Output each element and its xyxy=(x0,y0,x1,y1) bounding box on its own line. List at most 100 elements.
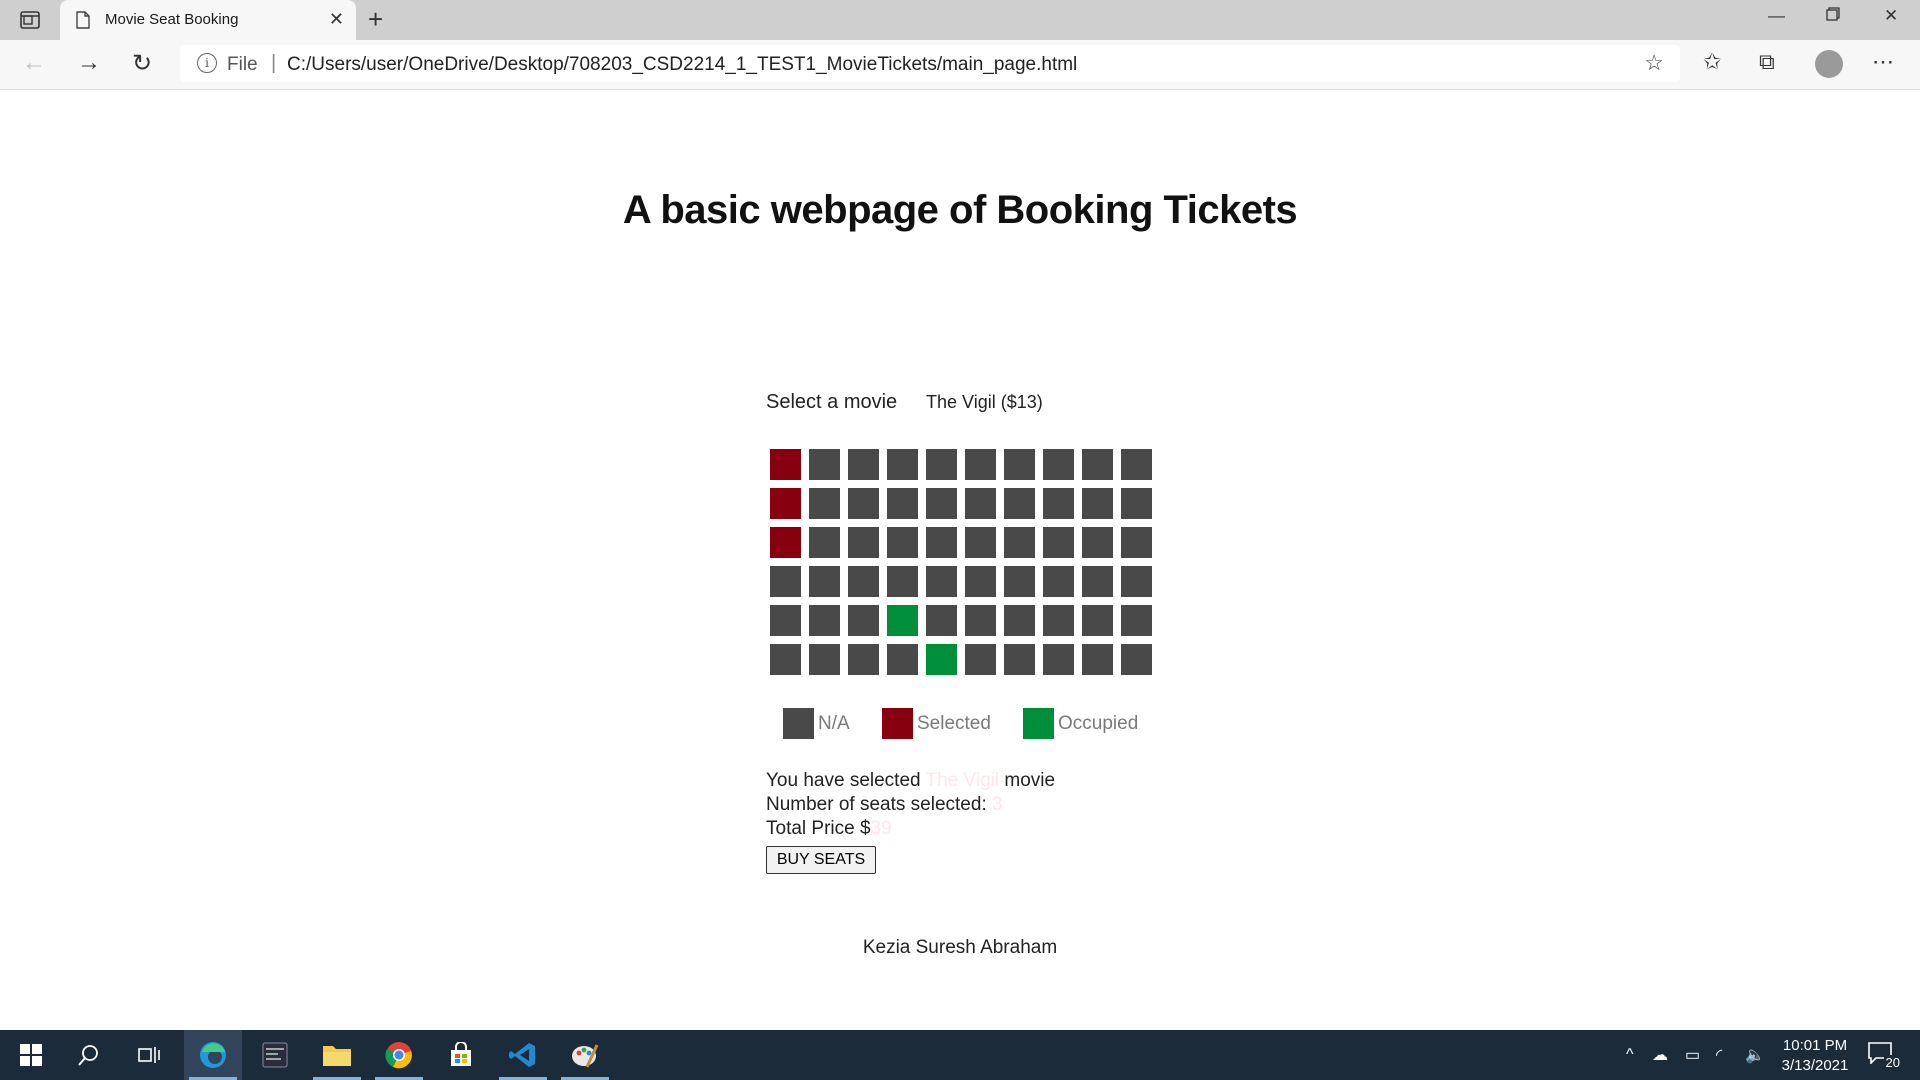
wifi-icon[interactable]: ◜ xyxy=(1716,1030,1722,1080)
seat-5-1[interactable] xyxy=(770,605,801,636)
seat-6-4[interactable] xyxy=(887,644,918,675)
minimize-icon[interactable]: — xyxy=(1768,6,1785,26)
seat-6-10[interactable] xyxy=(1121,644,1152,675)
seat-1-8[interactable] xyxy=(1043,449,1074,480)
seat-5-10[interactable] xyxy=(1121,605,1152,636)
seat-3-8[interactable] xyxy=(1043,527,1074,558)
seat-1-1[interactable] xyxy=(770,449,801,480)
seat-4-8[interactable] xyxy=(1043,566,1074,597)
collections-icon[interactable]: ⧉ xyxy=(1759,49,1775,75)
seat-2-8[interactable] xyxy=(1043,488,1074,519)
seat-5-7[interactable] xyxy=(1004,605,1035,636)
seat-4-7[interactable] xyxy=(1004,566,1035,597)
movie-select[interactable]: The Vigil ($13) xyxy=(926,392,1043,413)
seat-1-7[interactable] xyxy=(1004,449,1035,480)
seat-1-5[interactable] xyxy=(926,449,957,480)
tab-close-icon[interactable]: ✕ xyxy=(329,9,344,30)
back-icon[interactable]: ← xyxy=(22,49,46,77)
tab-actions-icon[interactable] xyxy=(14,7,46,33)
seat-2-4[interactable] xyxy=(887,488,918,519)
battery-icon[interactable]: ▭ xyxy=(1685,1030,1700,1080)
seat-4-4[interactable] xyxy=(887,566,918,597)
seat-2-5[interactable] xyxy=(926,488,957,519)
page-icon xyxy=(76,11,90,34)
seat-6-1[interactable] xyxy=(770,644,801,675)
add-favorite-icon[interactable]: ☆ xyxy=(1644,50,1664,76)
task-view-icon[interactable] xyxy=(120,1030,178,1080)
seat-5-4[interactable] xyxy=(887,605,918,636)
seat-3-6[interactable] xyxy=(965,527,996,558)
seat-3-5[interactable] xyxy=(926,527,957,558)
seat-5-2[interactable] xyxy=(809,605,840,636)
info-icon[interactable]: i xyxy=(197,53,217,73)
seat-2-6[interactable] xyxy=(965,488,996,519)
notification-center-icon[interactable]: 20 xyxy=(1868,1042,1902,1070)
windows-start-icon[interactable] xyxy=(2,1030,60,1080)
seat-3-2[interactable] xyxy=(809,527,840,558)
seat-6-9[interactable] xyxy=(1082,644,1113,675)
terminal-icon[interactable] xyxy=(246,1030,304,1080)
edge-icon[interactable] xyxy=(184,1030,242,1080)
seat-1-2[interactable] xyxy=(809,449,840,480)
system-clock[interactable]: 10:01 PM 3/13/2021 xyxy=(1760,1036,1870,1076)
legend-swatch-occupied xyxy=(1023,708,1054,739)
seat-2-2[interactable] xyxy=(809,488,840,519)
seat-3-4[interactable] xyxy=(887,527,918,558)
seat-2-1[interactable] xyxy=(770,488,801,519)
seat-5-9[interactable] xyxy=(1082,605,1113,636)
seat-2-10[interactable] xyxy=(1121,488,1152,519)
seat-1-9[interactable] xyxy=(1082,449,1113,480)
seat-3-3[interactable] xyxy=(848,527,879,558)
search-icon[interactable] xyxy=(60,1030,118,1080)
onedrive-icon[interactable]: ☁ xyxy=(1652,1030,1668,1080)
buy-seats-button[interactable]: BUY SEATS xyxy=(766,846,876,874)
seat-2-9[interactable] xyxy=(1082,488,1113,519)
seat-1-10[interactable] xyxy=(1121,449,1152,480)
vscode-icon[interactable] xyxy=(494,1030,552,1080)
url-text[interactable]: C:/Users/user/OneDrive/Desktop/708203_CS… xyxy=(287,54,1077,76)
seat-4-9[interactable] xyxy=(1082,566,1113,597)
paint-icon[interactable] xyxy=(556,1030,614,1080)
new-tab-icon[interactable]: + xyxy=(368,6,383,32)
seat-2-7[interactable] xyxy=(1004,488,1035,519)
file-explorer-icon[interactable] xyxy=(308,1030,366,1080)
seat-5-6[interactable] xyxy=(965,605,996,636)
seat-4-6[interactable] xyxy=(965,566,996,597)
seat-6-8[interactable] xyxy=(1043,644,1074,675)
summary-movie-prefix: You have selected xyxy=(766,770,921,791)
forward-icon[interactable]: → xyxy=(77,49,101,77)
store-icon[interactable] xyxy=(432,1030,490,1080)
seat-6-3[interactable] xyxy=(848,644,879,675)
seat-3-10[interactable] xyxy=(1121,527,1152,558)
seat-6-6[interactable] xyxy=(965,644,996,675)
seat-2-3[interactable] xyxy=(848,488,879,519)
restore-icon[interactable] xyxy=(1826,6,1840,26)
window-close-icon[interactable]: ✕ xyxy=(1884,6,1898,26)
show-hidden-icons-icon[interactable]: ^ xyxy=(1626,1030,1634,1080)
seat-4-10[interactable] xyxy=(1121,566,1152,597)
profile-avatar[interactable] xyxy=(1815,50,1843,78)
legend-label-occupied: Occupied xyxy=(1058,712,1139,734)
seat-5-5[interactable] xyxy=(926,605,957,636)
address-bar[interactable]: i File | C:/Users/user/OneDrive/Desktop/… xyxy=(180,45,1680,82)
seat-4-2[interactable] xyxy=(809,566,840,597)
refresh-icon[interactable]: ↻ xyxy=(132,49,152,78)
seat-5-8[interactable] xyxy=(1043,605,1074,636)
favorites-icon[interactable]: ✩ xyxy=(1703,49,1721,75)
seat-4-1[interactable] xyxy=(770,566,801,597)
seat-3-7[interactable] xyxy=(1004,527,1035,558)
seat-1-3[interactable] xyxy=(848,449,879,480)
chrome-icon[interactable] xyxy=(370,1030,428,1080)
seat-6-5[interactable] xyxy=(926,644,957,675)
browser-tab-active[interactable]: Movie Seat Booking ✕ xyxy=(60,0,356,40)
seat-5-3[interactable] xyxy=(848,605,879,636)
seat-6-2[interactable] xyxy=(809,644,840,675)
more-options-icon[interactable]: ⋯ xyxy=(1872,49,1894,75)
seat-1-6[interactable] xyxy=(965,449,996,480)
seat-4-3[interactable] xyxy=(848,566,879,597)
seat-3-9[interactable] xyxy=(1082,527,1113,558)
seat-4-5[interactable] xyxy=(926,566,957,597)
seat-1-4[interactable] xyxy=(887,449,918,480)
seat-3-1[interactable] xyxy=(770,527,801,558)
seat-6-7[interactable] xyxy=(1004,644,1035,675)
